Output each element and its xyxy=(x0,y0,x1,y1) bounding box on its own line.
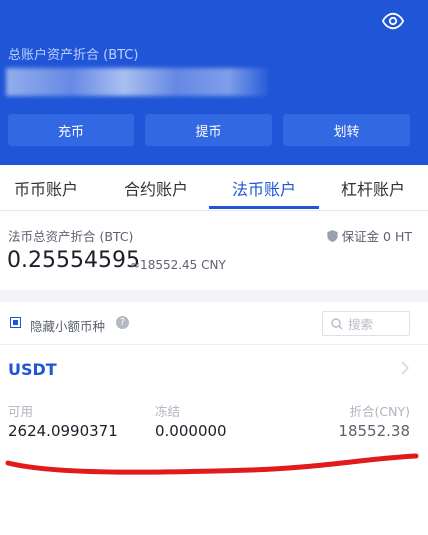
cny-label: 折合(CNY) xyxy=(349,404,410,419)
divider xyxy=(0,344,428,345)
hidden-balance xyxy=(6,68,268,96)
account-tabs: 币币账户 合约账户 法币账户 杠杆账户 xyxy=(0,165,428,211)
chevron-right-icon xyxy=(401,361,410,375)
red-underline-annotation xyxy=(5,453,419,475)
tab-contract[interactable]: 合约账户 xyxy=(110,165,202,210)
account-header: 总账户资产折合 (BTC) 充币 提币 划转 xyxy=(0,0,428,165)
margin-info[interactable]: 保证金 0 HT xyxy=(326,226,412,245)
eye-icon[interactable] xyxy=(382,10,404,32)
tab-margin[interactable]: 杠杆账户 xyxy=(327,165,419,210)
fiat-balance: 0.25554595 xyxy=(7,248,140,273)
tab-spot[interactable]: 币币账户 xyxy=(0,165,92,210)
deposit-button[interactable]: 充币 xyxy=(8,114,134,146)
cny-value: 18552.38 xyxy=(338,422,410,440)
withdraw-button[interactable]: 提币 xyxy=(145,114,272,146)
hide-small-checkbox[interactable] xyxy=(10,317,21,328)
coin-name: USDT xyxy=(8,360,57,379)
available-value: 2624.0990371 xyxy=(8,422,118,440)
hide-small-label[interactable]: 隐藏小额币种 xyxy=(30,316,105,335)
margin-text: 保证金 0 HT xyxy=(341,229,412,244)
fiat-total-label: 法币总资产折合 (BTC) xyxy=(8,229,134,244)
transfer-button[interactable]: 划转 xyxy=(283,114,410,146)
help-icon[interactable]: ? xyxy=(116,316,129,329)
shield-icon xyxy=(326,229,338,242)
fiat-balance-cny: ≈18552.45 CNY xyxy=(130,258,226,272)
active-tab-indicator xyxy=(209,206,319,209)
section-gap xyxy=(0,290,428,302)
frozen-label: 冻结 xyxy=(155,404,181,419)
search-placeholder: 搜索 xyxy=(348,317,374,332)
search-icon xyxy=(331,317,343,329)
search-input[interactable]: 搜索 xyxy=(322,311,410,336)
tab-fiat[interactable]: 法币账户 xyxy=(218,165,310,210)
available-label: 可用 xyxy=(8,404,34,419)
frozen-value: 0.000000 xyxy=(155,422,227,440)
total-assets-label: 总账户资产折合 (BTC) xyxy=(8,48,139,63)
